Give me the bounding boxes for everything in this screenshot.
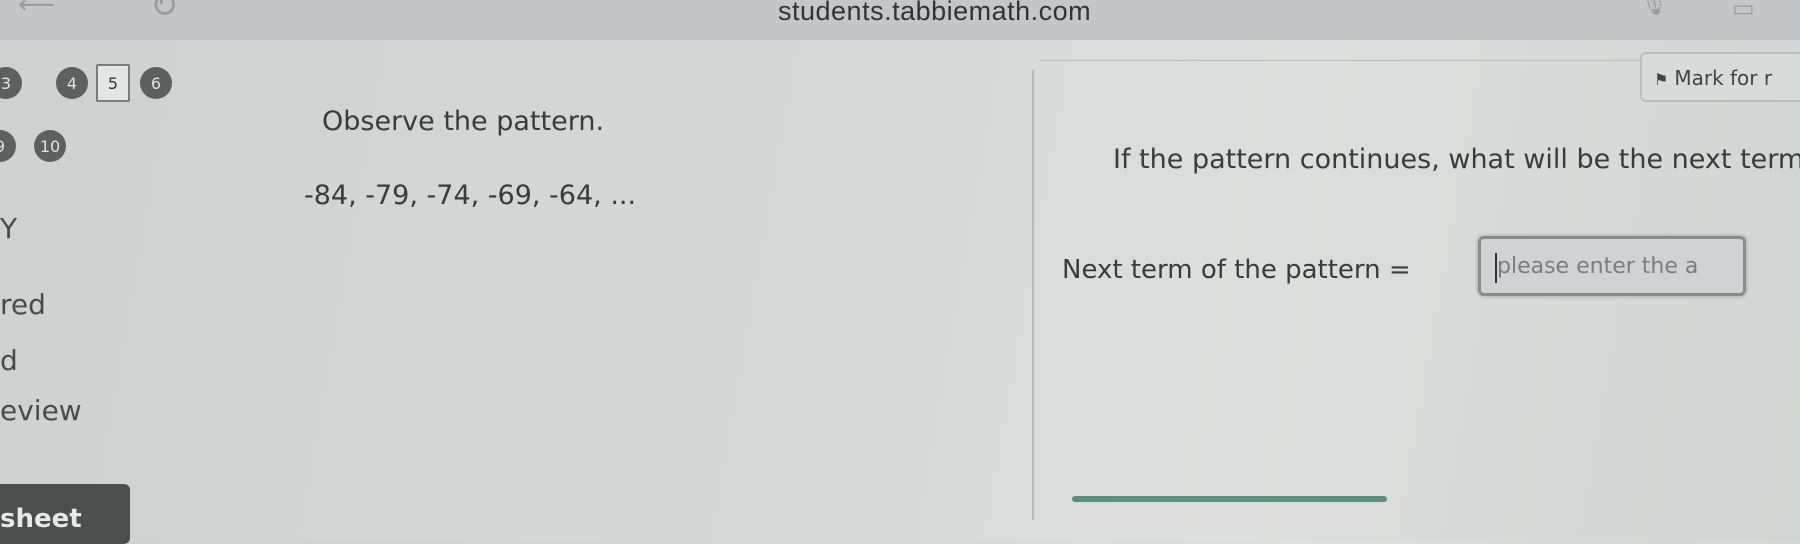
sidebar-item-answered[interactable]: red — [0, 288, 46, 321]
question-prompt: If the pattern continues, what will be t… — [1113, 144, 1800, 175]
question-nav-3[interactable]: 3 — [0, 67, 22, 99]
sidebar-item-y[interactable]: Y — [0, 212, 17, 245]
question-sequence: -84, -79, -74, -69, -64, ... — [304, 180, 637, 211]
question-instruction: Observe the pattern. — [322, 106, 605, 137]
question-nav-5-active[interactable]: 5 — [96, 64, 130, 102]
answer-label: Next term of the pattern = — [1062, 255, 1411, 285]
browser-toolbar: ⟵ ↻ students.tabbiemath.com 🎙 ▭ — [0, 0, 1800, 40]
answer-field[interactable] — [1478, 236, 1746, 296]
mark-for-review-button[interactable]: ⚑ Mark for r — [1640, 52, 1800, 102]
progress-bar — [1072, 496, 1387, 502]
sidebar-item-review[interactable]: eview — [0, 394, 82, 427]
question-divider — [1032, 70, 1034, 520]
sidebar-item-marked[interactable]: d — [0, 344, 18, 377]
tabs-icon[interactable]: ▭ — [1732, 0, 1755, 22]
question-nav-10[interactable]: 10 — [34, 130, 66, 162]
text-caret — [1495, 253, 1497, 283]
flag-icon: ⚑ — [1654, 70, 1669, 89]
refresh-icon[interactable]: ↻ — [150, 0, 179, 26]
answer-input[interactable] — [1481, 239, 1743, 293]
question-nav-9[interactable]: 9 — [0, 130, 16, 162]
question-nav-4[interactable]: 4 — [56, 67, 88, 99]
sheet-button[interactable]: sheet — [0, 484, 130, 544]
microphone-icon[interactable]: 🎙 — [1640, 0, 1668, 17]
back-arrow-icon[interactable]: ⟵ — [18, 0, 55, 20]
question-nav-6[interactable]: 6 — [140, 67, 172, 99]
mark-for-review-label: Mark for r — [1674, 66, 1773, 90]
address-bar-url[interactable]: students.tabbiemath.com — [778, 0, 1091, 27]
